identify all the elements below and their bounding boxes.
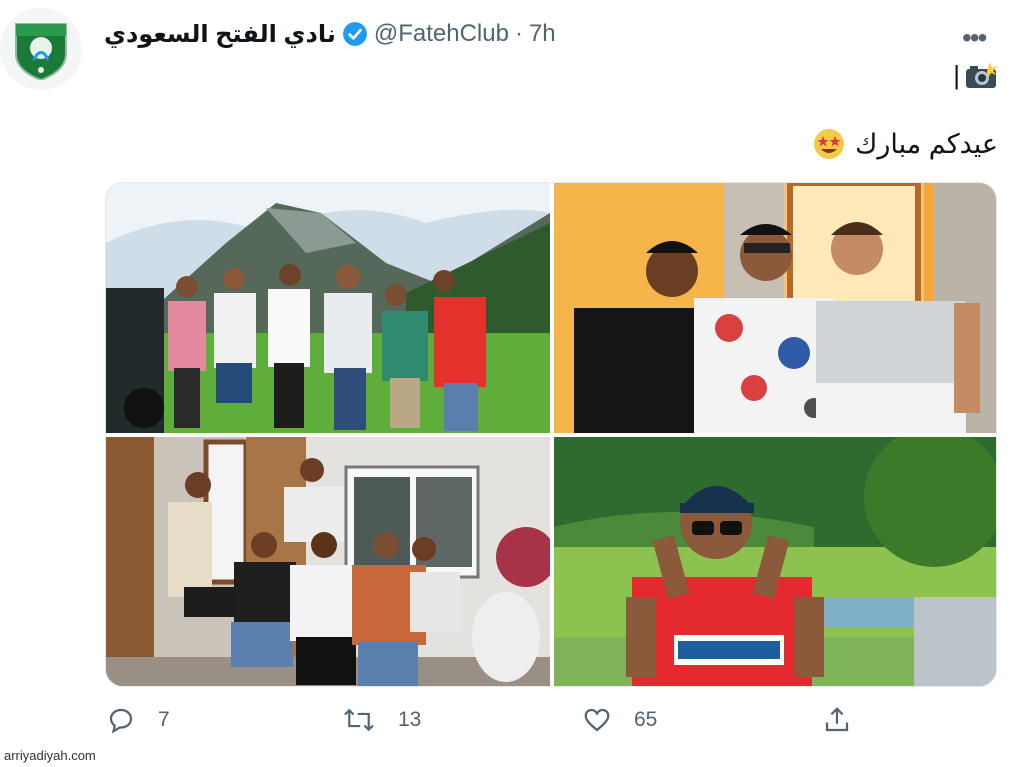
tweet-time[interactable]: 7h	[529, 20, 556, 48]
share-button[interactable]	[822, 705, 852, 735]
retweet-count: 13	[398, 708, 422, 731]
avatar[interactable]	[0, 8, 82, 90]
media-grid	[105, 182, 997, 687]
photo-player-cap[interactable]	[554, 437, 996, 686]
fateh-logo-icon	[15, 23, 67, 80]
watermark: arriyadiyah.com	[4, 748, 96, 763]
photo-three-players[interactable]	[554, 183, 996, 433]
display-name[interactable]: نادي الفتح السعودي	[104, 20, 336, 49]
separator: ·	[514, 20, 523, 47]
photo-mountain-group[interactable]	[106, 183, 550, 433]
more-options-icon[interactable]: •••	[962, 22, 987, 54]
user-handle[interactable]: @FatehClub	[374, 20, 509, 48]
share-icon	[825, 707, 849, 732]
tweet-text-line2: عيدكم مبارك	[813, 128, 998, 160]
reply-icon	[109, 708, 133, 734]
heart-icon	[584, 708, 610, 732]
star-struck-emoji	[814, 129, 845, 159]
verified-badge-icon	[342, 22, 367, 46]
tweet-actions: 7 13 65	[100, 705, 860, 745]
like-button[interactable]: 65	[582, 705, 657, 735]
reply-button[interactable]: 7	[106, 705, 170, 735]
tweet-text-line1: |	[953, 60, 998, 91]
reply-count: 7	[158, 708, 170, 731]
retweet-button[interactable]: 13	[342, 705, 421, 735]
like-count: 65	[634, 708, 658, 731]
line2-text: عيدكم مبارك	[855, 128, 998, 159]
camera-flash-emoji	[966, 61, 998, 88]
retweet-icon	[344, 708, 374, 732]
tweet-header: نادي الفتح السعودي @FatehClub · 7h	[104, 18, 556, 50]
photo-house-group[interactable]	[106, 437, 550, 686]
line1-text: |	[953, 60, 960, 90]
